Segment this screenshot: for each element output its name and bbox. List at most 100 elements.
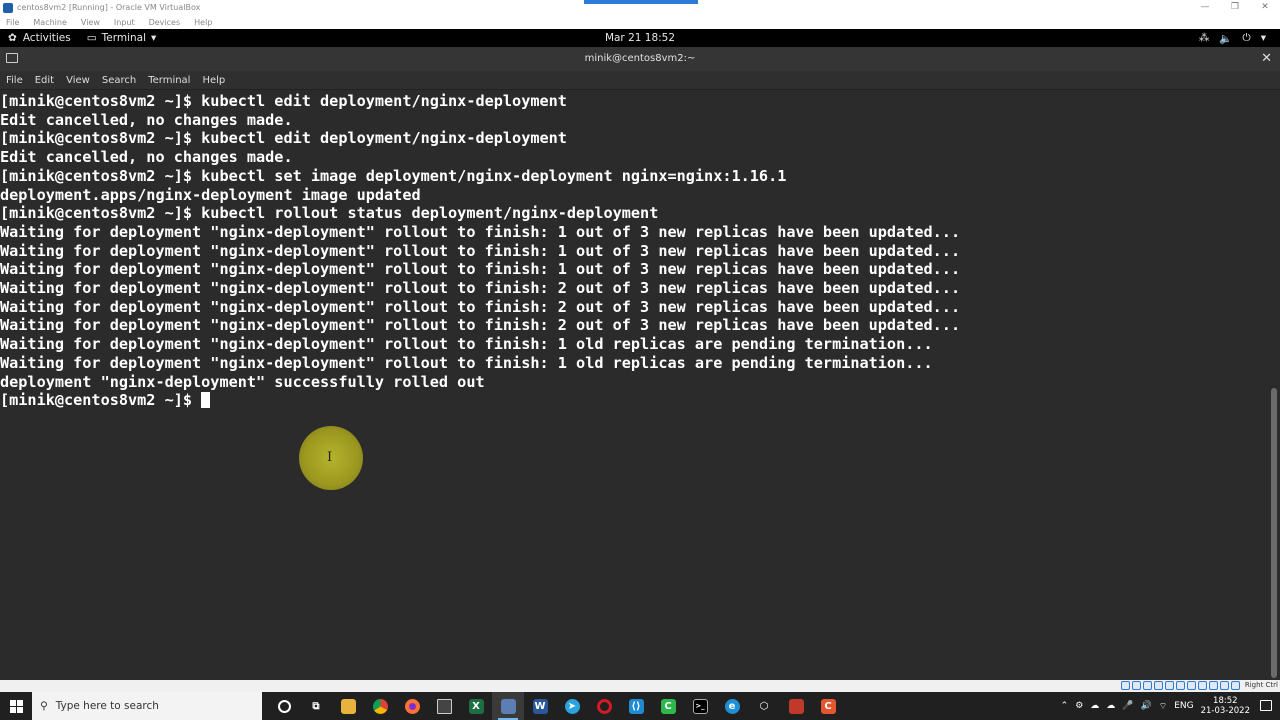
close-window-icon[interactable]: ✕ — [1250, 0, 1280, 15]
wifi-icon[interactable]: ⌔ — [1159, 701, 1167, 712]
text-cursor-icon: I — [327, 450, 333, 465]
microphone-icon[interactable]: 🎤 — [1122, 701, 1133, 711]
taskbar-chrome[interactable] — [364, 692, 396, 720]
excel-icon: X — [468, 698, 484, 714]
terminal-line: [minik@centos8vm2 ~]$ kubectl edit deplo… — [0, 92, 567, 110]
terminal-line: Waiting for deployment "nginx-deployment… — [0, 222, 961, 241]
taskbar-3d-app[interactable]: ⬡ — [748, 692, 780, 720]
taskbar-camtasia[interactable]: C — [652, 692, 684, 720]
vbox-menu-file[interactable]: File — [6, 18, 19, 27]
terminal-prompt-line[interactable]: [minik@centos8vm2 ~]$ — [0, 391, 1268, 410]
keyboard-icon[interactable] — [1231, 681, 1240, 690]
menu-help[interactable]: Help — [202, 75, 225, 86]
command-prompt-icon: >_ — [692, 698, 708, 714]
virtualbox-icon — [3, 2, 13, 13]
virtualbox-menubar: File Machine View Input Devices Help — [0, 15, 1280, 29]
terminal-scrollbar[interactable] — [1268, 90, 1280, 680]
taskbar-file-explorer[interactable] — [332, 692, 364, 720]
telegram-icon: ➤ — [564, 698, 580, 714]
taskbar-edge[interactable]: e — [716, 692, 748, 720]
recording-icon[interactable] — [1198, 681, 1207, 690]
minimize-icon[interactable]: — — [1190, 0, 1220, 15]
system-menu[interactable]: ⁂ 🔈 ⏻ ▾ — [1199, 32, 1266, 45]
close-icon[interactable]: ✕ — [1261, 51, 1272, 66]
chevron-down-icon: ▾ — [1260, 32, 1266, 44]
red-app-icon — [788, 698, 804, 714]
vbox-menu-help[interactable]: Help — [194, 18, 212, 27]
terminal-output[interactable]: [minik@centos8vm2 ~]$ kubectl edit deplo… — [0, 90, 1268, 680]
taskbar-excel[interactable]: X — [460, 692, 492, 720]
host-key-label: Right Ctrl — [1244, 681, 1278, 689]
taskbar-virtualbox[interactable] — [492, 692, 524, 720]
taskbar-telegram[interactable]: ➤ — [556, 692, 588, 720]
firefox-icon — [404, 698, 420, 714]
taskbar-vscode[interactable]: ⟨⟩ — [620, 692, 652, 720]
app-menu-button[interactable]: ▭ Terminal ▾ — [87, 32, 157, 44]
cloud-icon[interactable]: ☁ — [1090, 701, 1099, 711]
chrome-icon — [372, 698, 388, 714]
taskbar-capture-app[interactable]: C — [812, 692, 844, 720]
taskbar-clock[interactable]: 18:52 21-03-2022 — [1201, 696, 1250, 716]
activities-button[interactable]: ✿ Activities — [8, 32, 71, 44]
taskbar-word[interactable]: W — [524, 692, 556, 720]
file-explorer-icon — [340, 698, 356, 714]
volume-icon: 🔈 — [1219, 32, 1233, 45]
language-indicator[interactable]: ENG — [1174, 701, 1193, 711]
harddisk-icon[interactable] — [1121, 681, 1130, 690]
chevron-up-icon[interactable]: ⌃ — [1061, 701, 1069, 711]
vbox-menu-machine[interactable]: Machine — [33, 18, 67, 27]
usb-icon[interactable] — [1165, 681, 1174, 690]
task-view-button[interactable]: ⧉ — [300, 692, 332, 720]
taskbar-cmd[interactable]: >_ — [684, 692, 716, 720]
terminal-line: [minik@centos8vm2 ~]$ kubectl set image … — [0, 166, 787, 185]
menu-view[interactable]: View — [66, 75, 90, 86]
menu-edit[interactable]: Edit — [35, 75, 54, 86]
opera-icon — [596, 698, 612, 714]
start-button[interactable] — [0, 692, 32, 720]
mouse-integration-icon[interactable] — [1220, 681, 1229, 690]
tray-app-icon[interactable]: ⚙ — [1075, 701, 1083, 711]
windows-taskbar: ⚲ Type here to search ⧉ X W ➤ ⟨⟩ C >_ e … — [0, 692, 1280, 720]
taskbar-apps: ⧉ X W ➤ ⟨⟩ C >_ e ⬡ C — [268, 692, 844, 720]
chevron-down-icon: ▾ — [151, 32, 157, 44]
activities-label: Activities — [22, 32, 71, 44]
menu-terminal[interactable]: Terminal — [148, 75, 190, 86]
terminal-line: Waiting for deployment "nginx-deployment… — [0, 260, 961, 279]
app-menu-label: Terminal — [101, 32, 147, 44]
taskbar-firefox[interactable] — [396, 692, 428, 720]
taskbar-date: 21-03-2022 — [1200, 706, 1250, 716]
cpu-icon[interactable] — [1209, 681, 1218, 690]
capture-app-icon: C — [820, 698, 836, 714]
menu-search[interactable]: Search — [102, 75, 136, 86]
scrollbar-thumb[interactable] — [1271, 388, 1277, 678]
speaker-icon[interactable]: 🔊 — [1141, 701, 1152, 711]
windows-logo-icon — [9, 699, 23, 713]
network-adapter-icon[interactable] — [1154, 681, 1163, 690]
vbox-menu-devices[interactable]: Devices — [149, 18, 181, 27]
gnome-foot-icon: ✿ — [8, 32, 17, 44]
audio-icon[interactable] — [1143, 681, 1152, 690]
taskbar-time: 18:52 — [1213, 696, 1238, 706]
terminal-lines: [minik@centos8vm2 ~]$ kubectl edit deplo… — [0, 90, 1268, 410]
cortana-button[interactable] — [268, 692, 300, 720]
onedrive-icon[interactable]: ☁ — [1106, 701, 1115, 711]
system-tray: ⌃ ⚙ ☁ ☁ 🎤 🔊 ⌔ ENG 18:52 21-03-2022 — [1061, 692, 1250, 720]
display-icon[interactable] — [1187, 681, 1196, 690]
virtualbox-progress-indicator — [584, 0, 698, 4]
camtasia-icon: C — [660, 698, 676, 714]
shared-folder-icon[interactable] — [1176, 681, 1185, 690]
taskbar-opera[interactable] — [588, 692, 620, 720]
taskbar-red-app[interactable] — [780, 692, 812, 720]
terminal-line: Edit cancelled, no changes made. — [0, 110, 293, 129]
vbox-menu-input[interactable]: Input — [114, 18, 135, 27]
menu-file[interactable]: File — [6, 75, 23, 86]
cube-icon: ⬡ — [759, 700, 769, 712]
gnome-clock[interactable]: Mar 21 18:52 — [0, 32, 1280, 44]
vbox-menu-view[interactable]: View — [81, 18, 100, 27]
taskbar-window-app[interactable] — [428, 692, 460, 720]
optical-drive-icon[interactable] — [1132, 681, 1141, 690]
search-placeholder: Type here to search — [55, 700, 159, 712]
notification-icon[interactable] — [1260, 700, 1272, 711]
restore-icon[interactable]: ❐ — [1220, 0, 1250, 15]
taskbar-search[interactable]: ⚲ Type here to search — [32, 692, 262, 720]
